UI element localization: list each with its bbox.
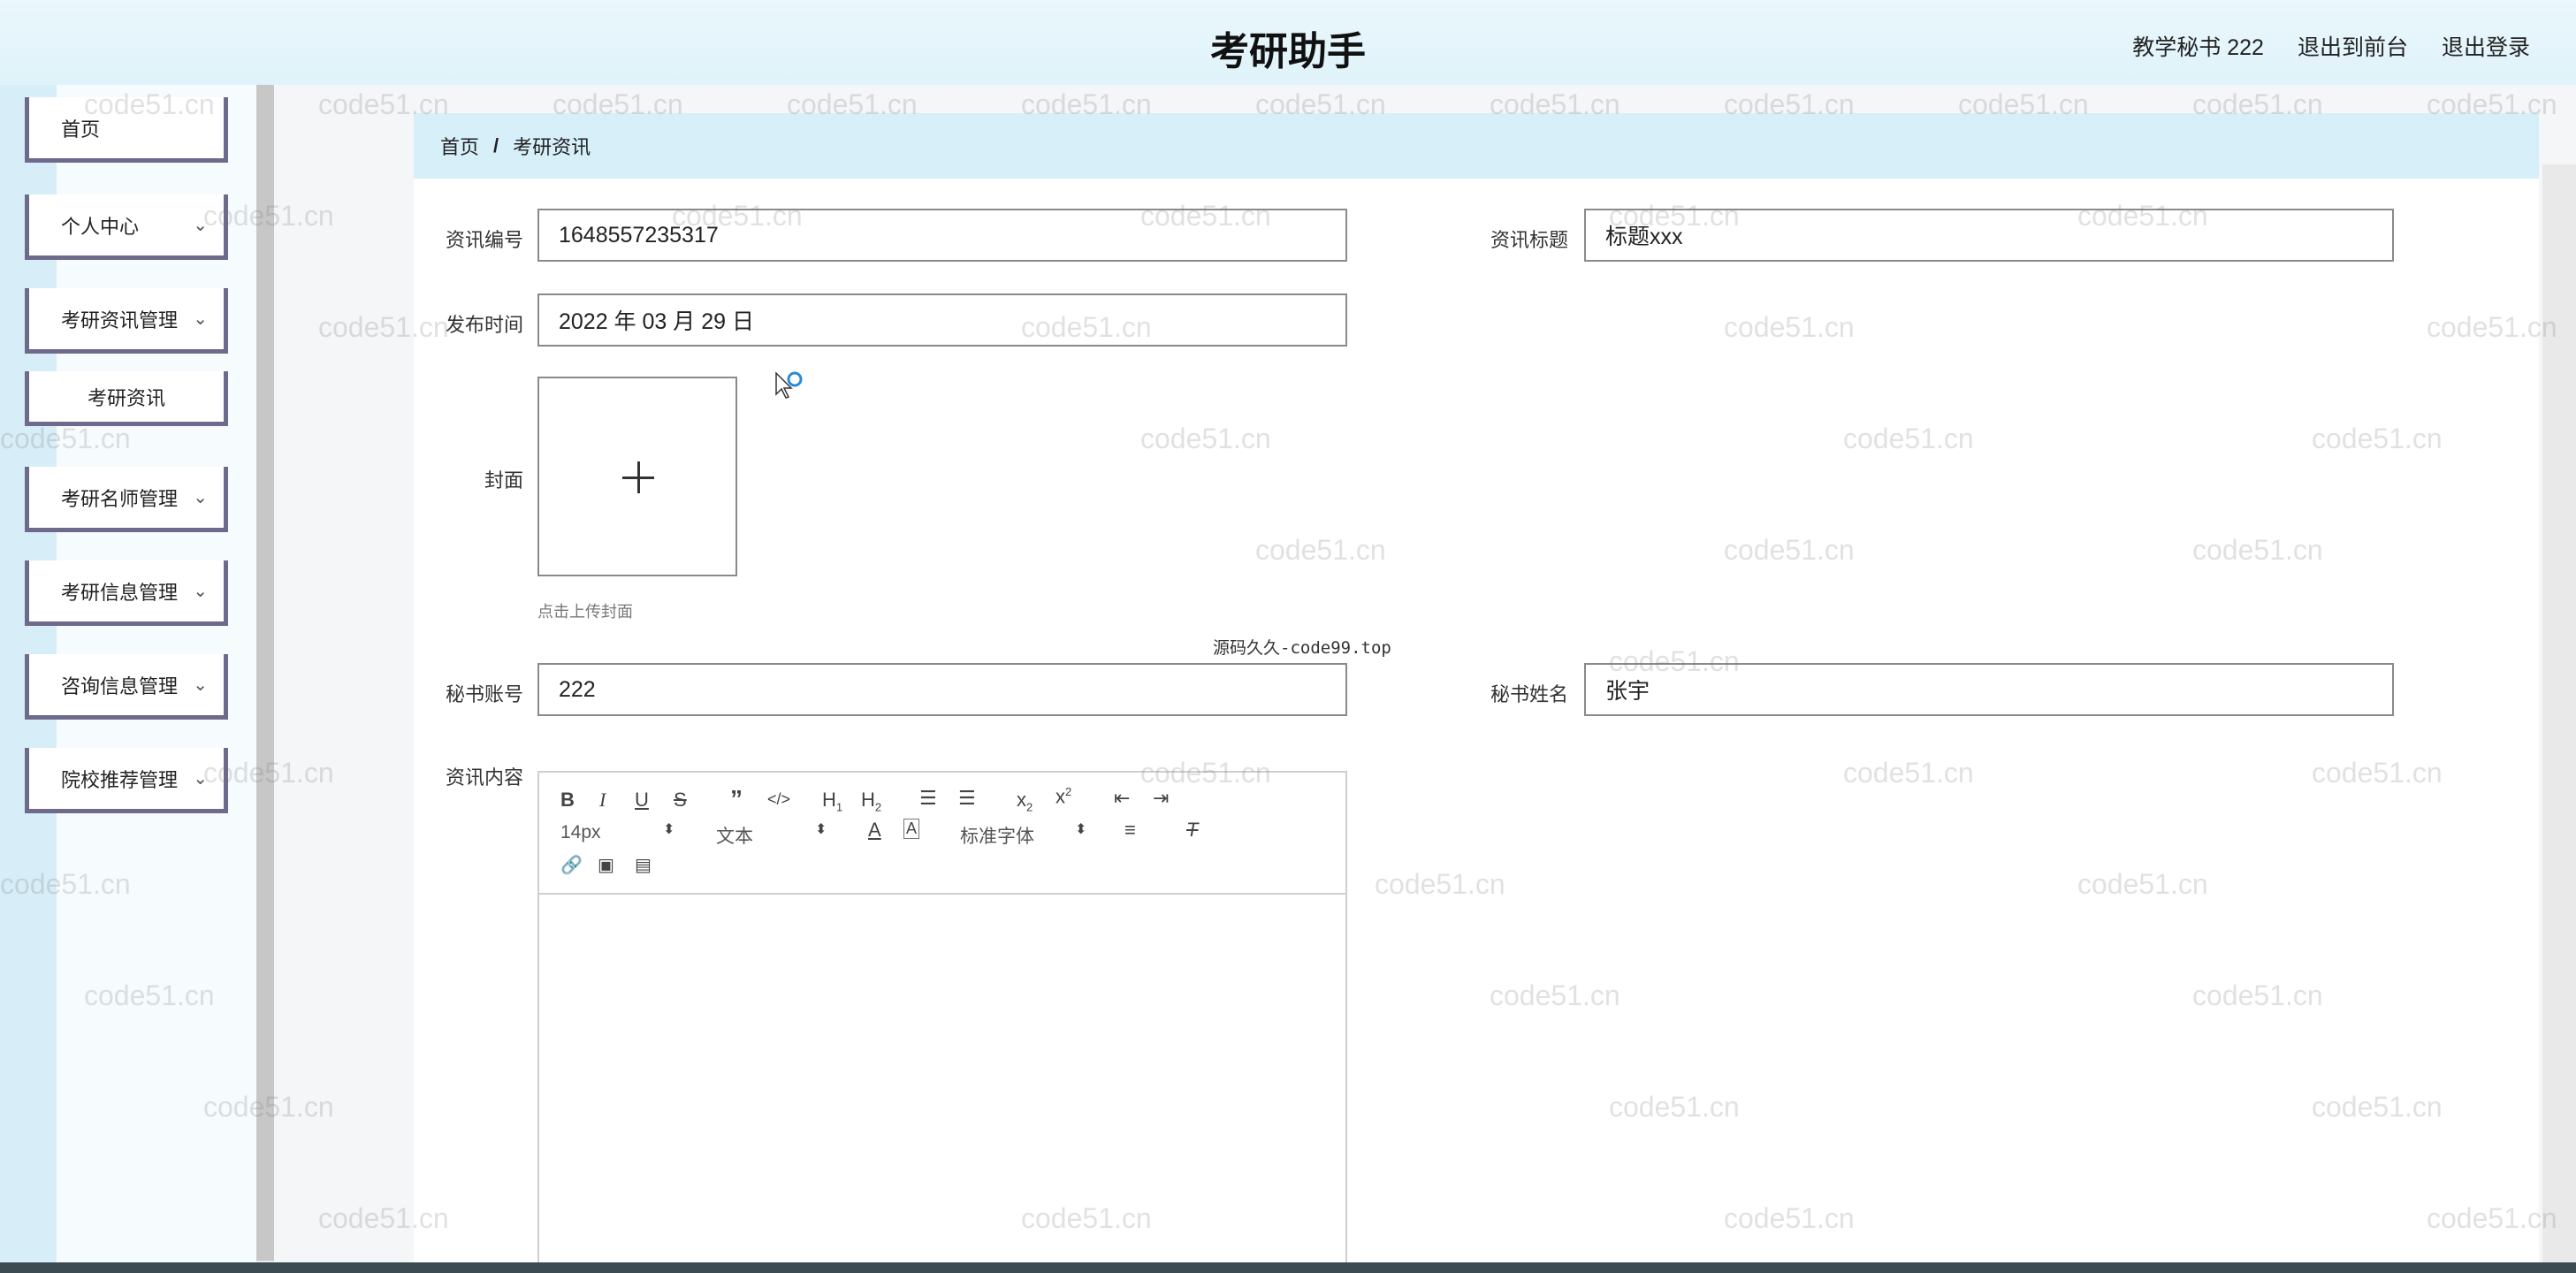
sidebar-item-personal-center[interactable]: 个人中心 ⌄: [25, 194, 228, 260]
superscript-icon[interactable]: x2: [1056, 785, 1071, 808]
image-icon[interactable]: ▣: [598, 854, 614, 876]
ordered-list-icon[interactable]: ☰: [919, 787, 937, 810]
content-label: 资讯内容: [445, 766, 523, 789]
sidebar-item-label: 考研资讯管理: [61, 309, 179, 332]
chevron-down-icon: ⌄: [193, 309, 208, 329]
bullet-list-icon[interactable]: ☰: [958, 787, 976, 810]
sidebar-item-consult-management[interactable]: 咨询信息管理 ⌄: [25, 654, 228, 720]
font-color-icon[interactable]: A: [868, 819, 881, 842]
sidebar-item-label: 考研信息管理: [61, 581, 179, 604]
sidebar-item-school-recommend-management[interactable]: 院校推荐管理 ⌄: [25, 748, 228, 813]
strikethrough-icon[interactable]: S: [674, 789, 687, 812]
sidebar-subitem-news[interactable]: 考研资讯: [25, 371, 228, 426]
heading2-icon[interactable]: H2: [861, 789, 881, 813]
news-title-label: 资讯标题: [1490, 229, 1568, 251]
secretary-account-label: 秘书账号: [445, 683, 523, 705]
breadcrumb: 首页 / 考研资讯: [414, 113, 2539, 179]
sidebar-item-label: 首页: [61, 118, 101, 141]
sidebar-item-label: 考研名师管理: [61, 487, 179, 510]
overlay-source-text: 源码久久-code99.top: [1213, 638, 1391, 658]
outdent-icon[interactable]: ⇤: [1114, 787, 1130, 810]
secretary-name-label: 秘书姓名: [1490, 683, 1568, 705]
publish-time-field[interactable]: 2022 年 03 月 29 日: [537, 293, 1347, 347]
breadcrumb-home[interactable]: 首页: [440, 132, 479, 160]
page-scrollbar[interactable]: [2542, 164, 2576, 1273]
video-icon[interactable]: ▤: [635, 854, 652, 876]
background-color-icon[interactable]: A: [903, 819, 920, 839]
taskbar-strip: [0, 1262, 2576, 1273]
exit-to-front-link[interactable]: 退出到前台: [2298, 30, 2408, 62]
chevron-down-icon: ⌄: [193, 488, 208, 507]
italic-icon[interactable]: I: [599, 789, 606, 812]
chevron-down-icon: ⌄: [193, 216, 208, 235]
sidebar-item-news-management[interactable]: 考研资讯管理 ⌄: [25, 288, 228, 354]
sidebar-scrollbar[interactable]: [256, 85, 274, 1261]
font-family-dropdown-icon[interactable]: ⬍: [1075, 820, 1086, 838]
link-icon[interactable]: 🔗: [560, 854, 583, 876]
sidebar-item-label: 考研资讯: [87, 386, 165, 409]
font-family-select[interactable]: 标准字体: [960, 822, 1034, 849]
font-size-dropdown-icon[interactable]: ⬍: [663, 820, 674, 838]
sidebar-item-label: 个人中心: [61, 215, 140, 238]
font-size-select[interactable]: 14px: [560, 822, 601, 843]
clear-format-icon[interactable]: T: [1186, 819, 1198, 842]
publish-time-label: 发布时间: [445, 314, 523, 336]
blockquote-icon[interactable]: ”: [730, 785, 743, 813]
editor-toolbar: B I U S ” </> H1 H2 ☰ ☰ x2 x2 ⇤ ⇥ 14px ⬍…: [539, 773, 1345, 895]
secretary-account-field[interactable]: 222: [537, 663, 1347, 716]
header-bar: 考研助手 教学秘书 222 退出到前台 退出登录: [0, 0, 2576, 85]
indent-icon[interactable]: ⇥: [1153, 787, 1169, 810]
code-block-icon[interactable]: </>: [767, 790, 790, 809]
header-actions: 教学秘书 222 退出到前台 退出登录: [2132, 30, 2530, 62]
sidebar-item-label: 咨询信息管理: [61, 675, 179, 697]
plus-icon-vertical: [637, 461, 640, 493]
subscript-icon[interactable]: x2: [1017, 789, 1033, 813]
block-type-dropdown-icon[interactable]: ⬍: [815, 820, 827, 838]
news-id-field[interactable]: 1648557235317: [537, 209, 1347, 262]
breadcrumb-current: 考研资讯: [513, 136, 591, 158]
sidebar-item-info-management[interactable]: 考研信息管理 ⌄: [25, 560, 228, 626]
logout-link[interactable]: 退出登录: [2442, 30, 2530, 62]
secretary-name-field[interactable]: 张宇: [1584, 663, 2394, 716]
sidebar-item-label: 院校推荐管理: [61, 768, 179, 791]
sidebar-item-home[interactable]: 首页: [25, 97, 228, 163]
heading1-icon[interactable]: H1: [822, 789, 842, 813]
current-user: 教学秘书 222: [2132, 35, 2264, 60]
sidebar-item-teacher-management[interactable]: 考研名师管理 ⌄: [25, 467, 228, 532]
align-icon[interactable]: ≡: [1124, 819, 1136, 842]
cover-upload-hint: 点击上传封面: [537, 603, 633, 621]
block-type-select[interactable]: 文本: [716, 822, 753, 849]
chevron-down-icon: ⌄: [193, 769, 208, 789]
news-id-label: 资讯编号: [445, 229, 523, 251]
news-title-field[interactable]: 标题xxx: [1584, 209, 2394, 262]
mouse-cursor-icon: [775, 371, 803, 399]
chevron-down-icon: ⌄: [193, 582, 208, 601]
bold-icon[interactable]: B: [560, 789, 575, 812]
cover-label: 封面: [484, 469, 523, 492]
cover-upload-button[interactable]: [537, 377, 737, 576]
chevron-down-icon: ⌄: [193, 675, 208, 695]
breadcrumb-separator: /: [493, 134, 499, 156]
underline-icon[interactable]: U: [635, 789, 649, 812]
rich-text-editor: B I U S ” </> H1 H2 ☰ ☰ x2 x2 ⇤ ⇥ 14px ⬍…: [537, 771, 1347, 1273]
